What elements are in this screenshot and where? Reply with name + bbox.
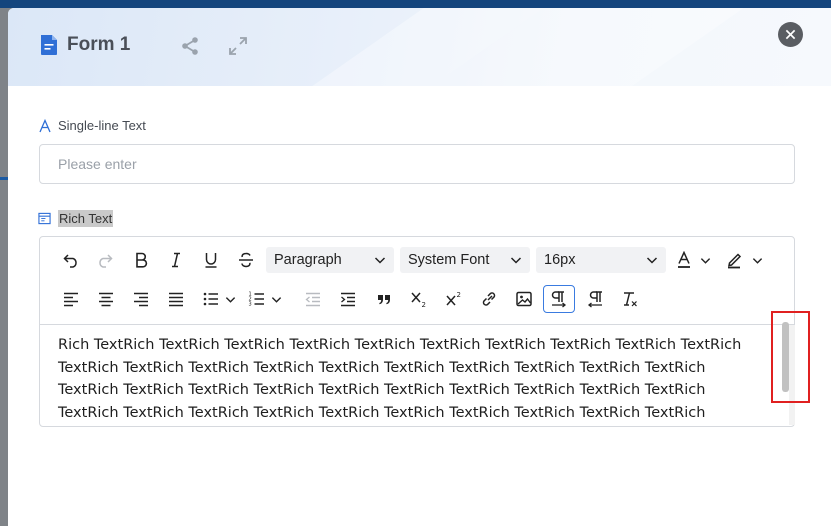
document-icon — [39, 34, 59, 56]
svg-text:2: 2 — [457, 291, 461, 299]
chevron-down-icon — [700, 257, 710, 264]
italic-icon — [172, 252, 180, 268]
chevron-down-icon — [225, 296, 235, 303]
bold-button[interactable] — [128, 246, 154, 274]
bold-icon — [136, 252, 148, 268]
highlight-icon — [728, 253, 742, 269]
bullet-list-icon — [203, 292, 218, 306]
close-icon — [785, 29, 796, 40]
image-icon — [516, 291, 532, 307]
numbered-list-icon: 123 — [249, 292, 264, 308]
chevron-down-icon — [374, 257, 386, 264]
justify-icon — [169, 292, 183, 307]
justify-button[interactable] — [163, 285, 189, 313]
clear-formatting-icon — [624, 292, 637, 307]
blockquote-button[interactable] — [371, 285, 397, 313]
modal-header: Form 1 — [8, 8, 831, 86]
single-line-label-text: Single-line Text — [58, 118, 146, 133]
quote-icon — [378, 295, 390, 305]
image-button[interactable] — [511, 285, 537, 313]
subscript-button[interactable]: 2 — [406, 285, 432, 313]
chevron-down-icon — [271, 296, 281, 303]
redo-button[interactable] — [92, 246, 118, 274]
svg-text:3: 3 — [249, 302, 252, 308]
align-center-icon — [99, 292, 113, 307]
subscript-icon: 2 — [411, 292, 426, 308]
single-line-placeholder: Please enter — [58, 156, 137, 172]
chevron-down-icon — [510, 257, 522, 264]
numbered-list-dropdown[interactable] — [270, 285, 282, 313]
superscript-icon: 2 — [446, 291, 461, 306]
editor-content-text: Rich TextRich TextRich TextRich TextRich… — [58, 337, 742, 421]
rtl-direction-button[interactable] — [582, 285, 608, 313]
rich-text-icon — [38, 212, 52, 226]
font-color-button[interactable] — [671, 246, 697, 274]
form-modal: Form 1 Single-line Text Please enter Ric… — [8, 8, 831, 526]
rtl-icon — [587, 291, 602, 308]
bullet-list-dropdown[interactable] — [224, 285, 236, 313]
ltr-icon — [551, 291, 567, 308]
single-line-field-label: Single-line Text — [38, 118, 146, 133]
rich-text-field-label: Rich Text — [38, 210, 114, 227]
underline-button[interactable] — [198, 246, 224, 274]
single-line-input[interactable]: Please enter — [39, 144, 795, 184]
share-icon[interactable] — [179, 35, 201, 57]
numbered-list-button[interactable]: 123 — [244, 285, 270, 313]
link-button[interactable] — [476, 285, 502, 313]
undo-icon — [63, 254, 77, 268]
modal-title: Form 1 — [67, 34, 131, 55]
align-left-button[interactable] — [58, 285, 84, 313]
superscript-button[interactable]: 2 — [441, 285, 467, 313]
rich-text-label-text: Rich Text — [58, 210, 114, 227]
align-center-button[interactable] — [93, 285, 119, 313]
modal-title-group: Form 1 — [39, 34, 130, 56]
highlight-color-button[interactable] — [721, 246, 747, 274]
underline-icon — [205, 253, 217, 268]
ltr-direction-button[interactable] — [543, 285, 575, 313]
link-icon — [482, 292, 496, 306]
italic-button[interactable] — [163, 246, 189, 274]
expand-icon[interactable] — [227, 35, 249, 57]
font-color-icon — [678, 251, 690, 268]
block-format-select[interactable]: Paragraph — [266, 247, 394, 273]
font-color-dropdown[interactable] — [699, 246, 711, 274]
align-right-button[interactable] — [128, 285, 154, 313]
chevron-down-icon — [752, 257, 762, 264]
clear-formatting-button[interactable] — [617, 285, 643, 313]
svg-text:2: 2 — [422, 301, 426, 308]
strikethrough-icon — [239, 252, 253, 268]
redo-icon — [99, 254, 113, 268]
indent-icon — [341, 292, 355, 307]
align-right-icon — [134, 292, 148, 307]
text-field-icon — [38, 118, 52, 133]
font-family-value: System Font — [408, 252, 490, 268]
font-size-value: 16px — [544, 252, 576, 268]
bullet-list-button[interactable] — [198, 285, 224, 313]
outdent-icon — [305, 292, 320, 307]
indent-button[interactable] — [335, 285, 361, 313]
chevron-down-icon — [646, 257, 658, 264]
highlight-color-dropdown[interactable] — [751, 246, 763, 274]
rich-text-editor: Paragraph System Font 16px 1 2 3 2 2 Ric… — [39, 236, 795, 427]
font-size-select[interactable]: 16px — [536, 247, 666, 273]
block-format-value: Paragraph — [274, 252, 342, 268]
app-top-bar — [0, 0, 831, 8]
font-family-select[interactable]: System Font — [400, 247, 530, 273]
undo-button[interactable] — [58, 246, 84, 274]
highlight-box — [771, 311, 810, 403]
outdent-button[interactable] — [300, 285, 326, 313]
close-button[interactable] — [778, 22, 803, 47]
align-left-icon — [64, 292, 78, 307]
editor-toolbar: Paragraph System Font 16px 1 2 3 2 2 — [40, 237, 794, 324]
editor-content-area[interactable]: Rich TextRich TextRich TextRich TextRich… — [40, 324, 794, 426]
strikethrough-button[interactable] — [233, 246, 259, 274]
